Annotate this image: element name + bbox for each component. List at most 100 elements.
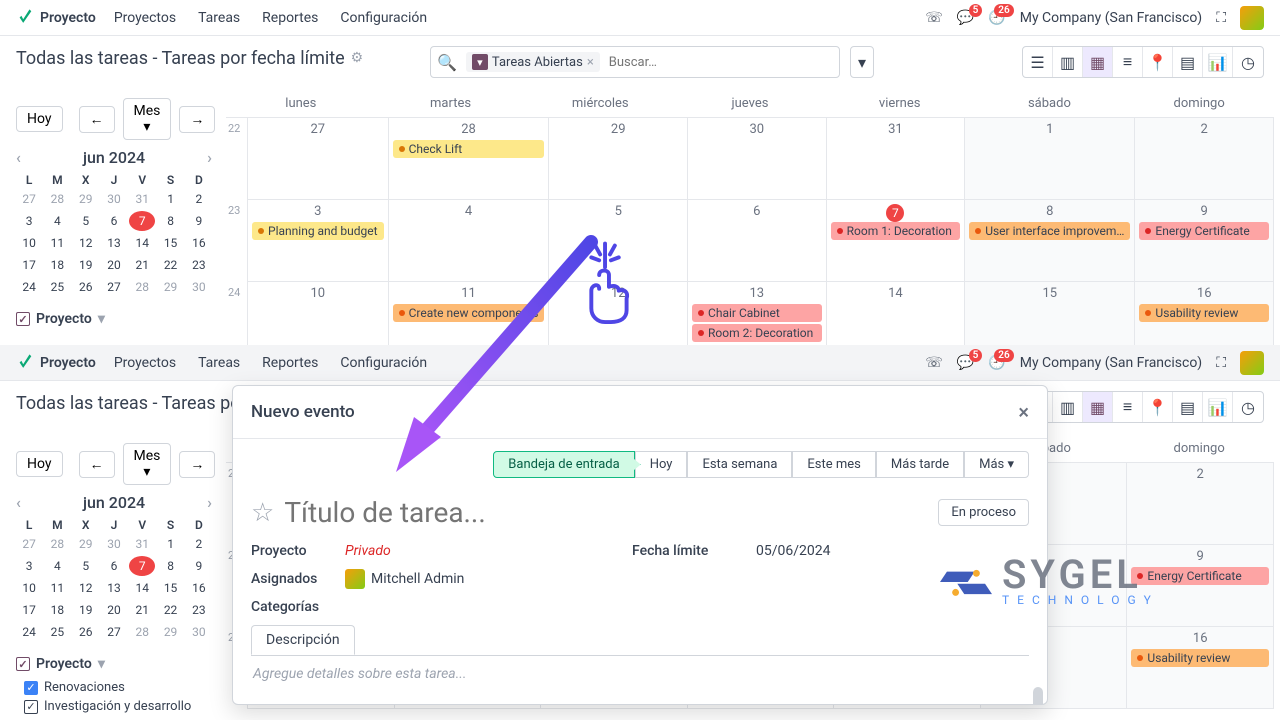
mini-day[interactable]: 5 (73, 211, 99, 231)
mini-day[interactable]: 2 (186, 534, 212, 554)
mini-day[interactable]: 9 (186, 556, 212, 576)
voip-icon[interactable]: ☏ (925, 10, 943, 26)
mini-day[interactable]: 24 (16, 277, 42, 297)
nav-reportes[interactable]: Reportes (262, 10, 318, 26)
mini-day[interactable]: 28 (129, 622, 155, 642)
view-calendar[interactable]: ▦ (1083, 47, 1113, 77)
value-project[interactable]: Privado (345, 543, 618, 559)
mini-day[interactable]: 23 (186, 600, 212, 620)
mini-day[interactable]: 7 (129, 556, 155, 576)
mini-day[interactable]: 28 (44, 189, 70, 209)
mini-day[interactable]: 6 (101, 556, 127, 576)
view-clock[interactable]: ◷ (1233, 47, 1263, 77)
mini-day[interactable]: 17 (16, 255, 42, 275)
search-box[interactable]: 🔍 ▾ Tareas Abiertas × (430, 46, 840, 78)
event[interactable]: Room 1: Decoration (831, 222, 961, 240)
mini-day[interactable]: 21 (129, 600, 155, 620)
mini-day[interactable]: 21 (129, 255, 155, 275)
filter-project[interactable]: Proyecto ▾ (0, 305, 226, 333)
day-cell[interactable]: 3 Planning and budget (248, 200, 389, 282)
event[interactable]: Room 2: Decoration (692, 324, 822, 342)
scrollbar[interactable] (1033, 687, 1043, 704)
view-activity[interactable]: ≡ (1113, 47, 1143, 77)
pill-week[interactable]: Esta semana (687, 451, 792, 478)
mini-day[interactable]: 26 (73, 277, 99, 297)
day-cell[interactable]: 27 (248, 118, 389, 200)
event[interactable]: Create new components (393, 304, 545, 322)
pill-more[interactable]: Más ▾ (964, 451, 1029, 478)
mini-day[interactable]: 22 (157, 255, 183, 275)
pill-later[interactable]: Más tarde (876, 451, 964, 478)
status-button[interactable]: En proceso (938, 499, 1029, 526)
mini-day[interactable]: 15 (157, 578, 183, 598)
nav-proyectos[interactable]: Proyectos (114, 10, 176, 26)
pill-inbox[interactable]: Bandeja de entrada (493, 451, 634, 478)
mini-day[interactable]: 3 (16, 211, 42, 231)
mini-day[interactable]: 4 (44, 556, 70, 576)
mini-day[interactable]: 7 (129, 211, 155, 231)
mini-day[interactable]: 13 (101, 233, 127, 253)
mini-day[interactable]: 18 (44, 255, 70, 275)
event[interactable]: User interface improvem… (969, 222, 1130, 240)
mini-day[interactable]: 29 (73, 534, 99, 554)
search-chip[interactable]: ▾ Tareas Abiertas × (466, 52, 600, 72)
task-title-input[interactable] (284, 496, 928, 529)
avatar[interactable] (1240, 6, 1264, 30)
filter-sub-renov[interactable]: Renovaciones (0, 678, 226, 697)
mini-day[interactable]: 5 (73, 556, 99, 576)
mini-day[interactable]: 6 (101, 211, 127, 231)
mini-prev-icon[interactable]: ‹ (16, 148, 21, 167)
event[interactable]: Energy Certificate (1139, 222, 1269, 240)
company-switcher[interactable]: My Company (San Francisco) (1020, 10, 1202, 26)
range-button[interactable]: Mes ▾ (123, 98, 172, 140)
mini-day[interactable]: 17 (16, 600, 42, 620)
view-pivot[interactable]: ▤ (1173, 47, 1203, 77)
mini-day[interactable]: 26 (73, 622, 99, 642)
mini-day[interactable]: 18 (44, 600, 70, 620)
tab-description[interactable]: Descripción (251, 625, 355, 655)
mini-day[interactable]: 16 (186, 233, 212, 253)
day-cell[interactable]: 28 Check Lift (389, 118, 550, 200)
day-cell[interactable]: 6 (688, 200, 827, 282)
day-cell[interactable]: 30 (688, 118, 827, 200)
mini-day[interactable]: 28 (129, 277, 155, 297)
mini-day[interactable]: 23 (186, 255, 212, 275)
search-dropdown[interactable]: ▾ (850, 46, 874, 78)
mini-day[interactable]: 27 (101, 277, 127, 297)
day-cell[interactable]: 29 (549, 118, 688, 200)
mini-day[interactable]: 11 (44, 233, 70, 253)
mini-day[interactable]: 20 (101, 600, 127, 620)
mini-day[interactable]: 19 (73, 600, 99, 620)
day-cell[interactable]: 8 User interface improvem… (965, 200, 1135, 282)
assignee-chip[interactable]: Mitchell Admin (345, 569, 618, 589)
mini-day[interactable]: 22 (157, 600, 183, 620)
mini-day[interactable]: 12 (73, 233, 99, 253)
view-list[interactable]: ☰ (1023, 47, 1053, 77)
day-cell[interactable]: 9 Energy Certificate (1135, 200, 1274, 282)
mini-day[interactable]: 3 (16, 556, 42, 576)
mini-day[interactable]: 30 (186, 277, 212, 297)
mini-day[interactable]: 28 (44, 534, 70, 554)
pill-month[interactable]: Este mes (792, 451, 875, 478)
nav-config[interactable]: Configuración (340, 10, 427, 26)
mini-day[interactable]: 25 (44, 622, 70, 642)
view-graph[interactable]: 📊 (1203, 47, 1233, 77)
pill-today[interactable]: Hoy (635, 451, 688, 478)
prev-button[interactable]: ← (79, 106, 115, 133)
today-button[interactable]: Hoy (16, 106, 63, 132)
next-button[interactable]: → (179, 106, 215, 133)
mini-day[interactable]: 29 (157, 277, 183, 297)
event[interactable]: Check Lift (393, 140, 545, 158)
mini-day[interactable]: 11 (44, 578, 70, 598)
messages-icon[interactable]: 💬5 (957, 10, 974, 26)
mini-day[interactable]: 4 (44, 211, 70, 231)
mini-day[interactable]: 16 (186, 578, 212, 598)
chip-remove-icon[interactable]: × (587, 55, 594, 70)
mini-day[interactable]: 30 (101, 534, 127, 554)
mini-day[interactable]: 2 (186, 189, 212, 209)
activities-icon[interactable]: 🕘26 (988, 10, 1005, 26)
expand-icon[interactable]: ⛶ (1216, 10, 1226, 26)
view-map[interactable]: 📍 (1143, 47, 1173, 77)
event[interactable]: Usability review (1139, 304, 1269, 322)
mini-day[interactable]: 31 (129, 534, 155, 554)
